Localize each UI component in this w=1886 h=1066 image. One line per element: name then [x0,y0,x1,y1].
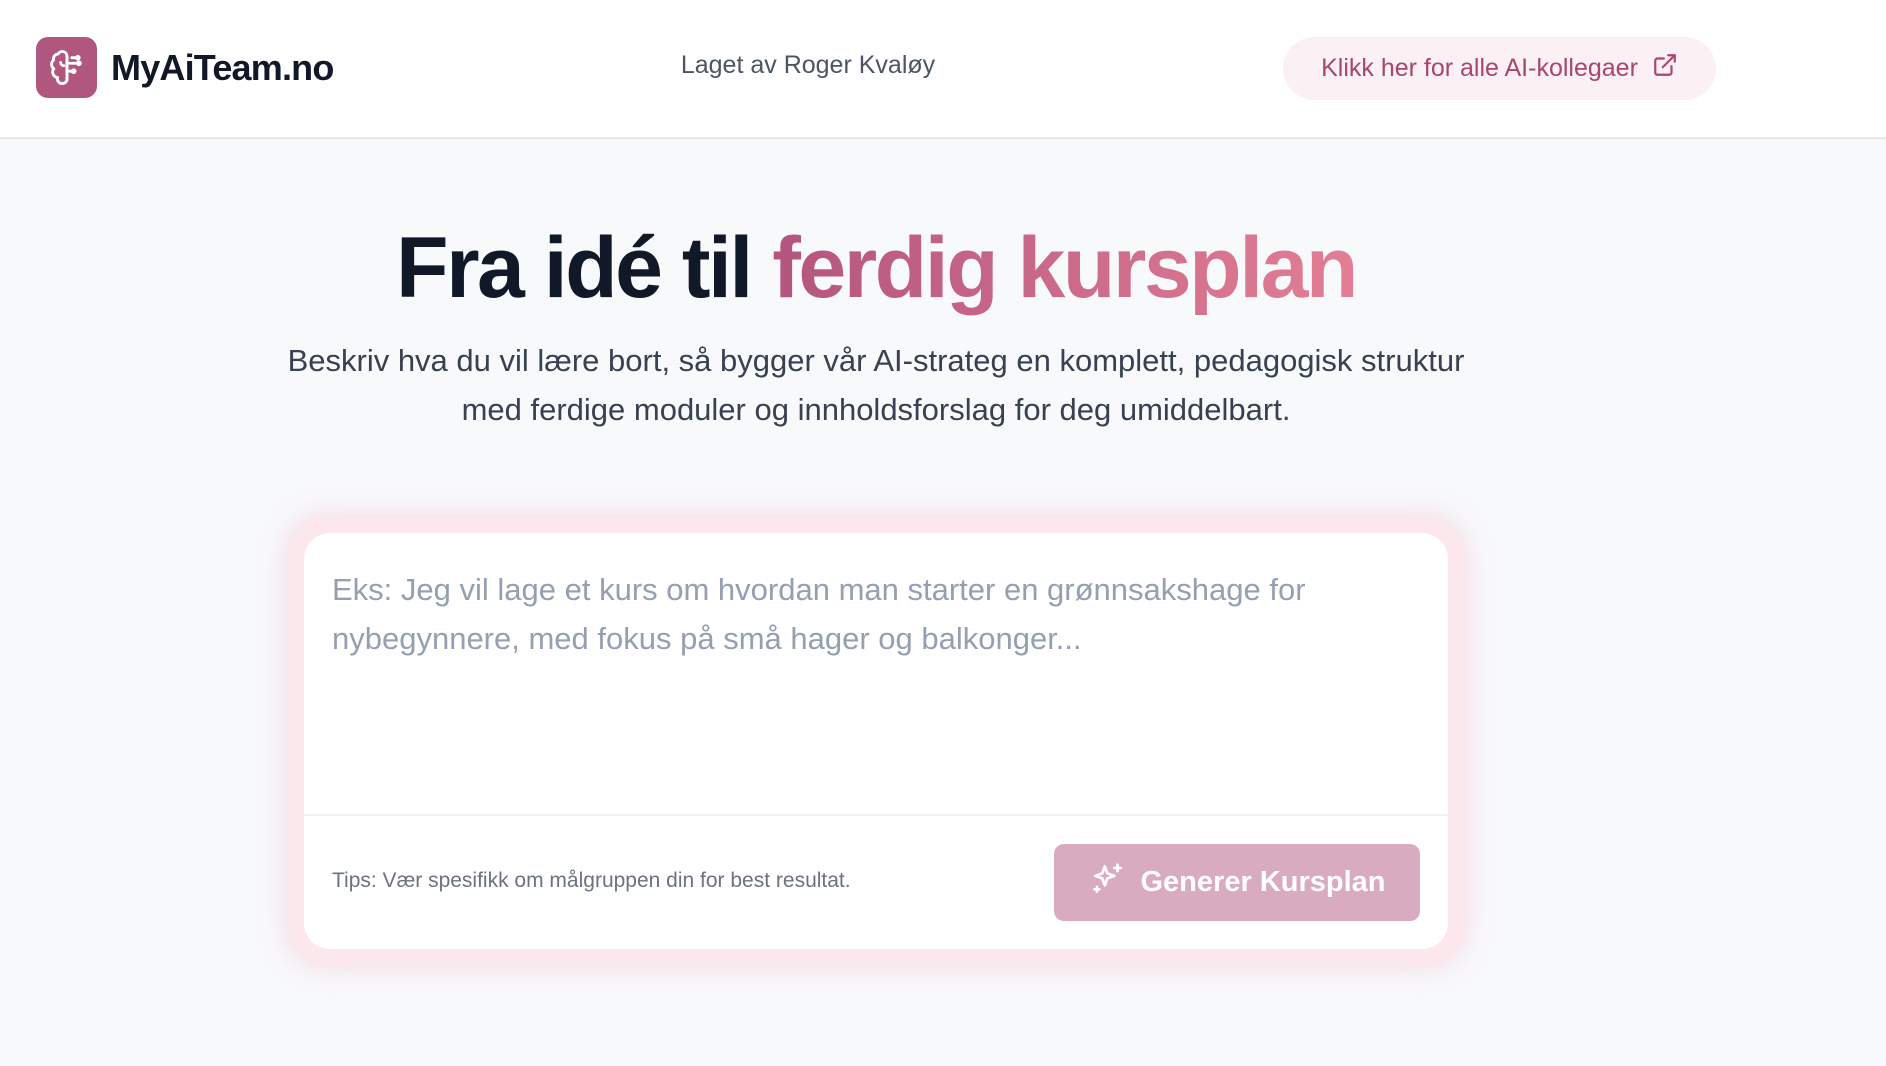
course-description-input[interactable] [304,533,1448,814]
generate-button-label: Generer Kursplan [1140,866,1386,898]
all-colleagues-button[interactable]: Klikk her for alle AI-kollegaer [1283,37,1716,100]
page-subtitle: Beskriv hva du vil lære bort, så bygger … [287,343,1465,427]
page-title: Fra idé til ferdig kursplan [0,218,1752,318]
external-link-icon [1652,52,1678,85]
all-colleagues-label: Klikk her for alle AI-kollegaer [1321,54,1638,82]
top-header: MyAiTeam.no Laget av Roger Kvaløy Klikk … [0,0,1886,139]
tips-text: Tips: Vær spesifikk om målgruppen din fo… [332,869,851,892]
sparkles-icon [1089,860,1127,906]
card-divider [304,814,1448,816]
generate-course-plan-button[interactable]: Generer Kursplan [1054,844,1420,921]
page-title-plain: Fra idé til [396,220,773,316]
page-title-accent: ferdig kursplan [772,220,1358,316]
prompt-card: Tips: Vær spesifikk om målgruppen din fo… [304,533,1448,949]
